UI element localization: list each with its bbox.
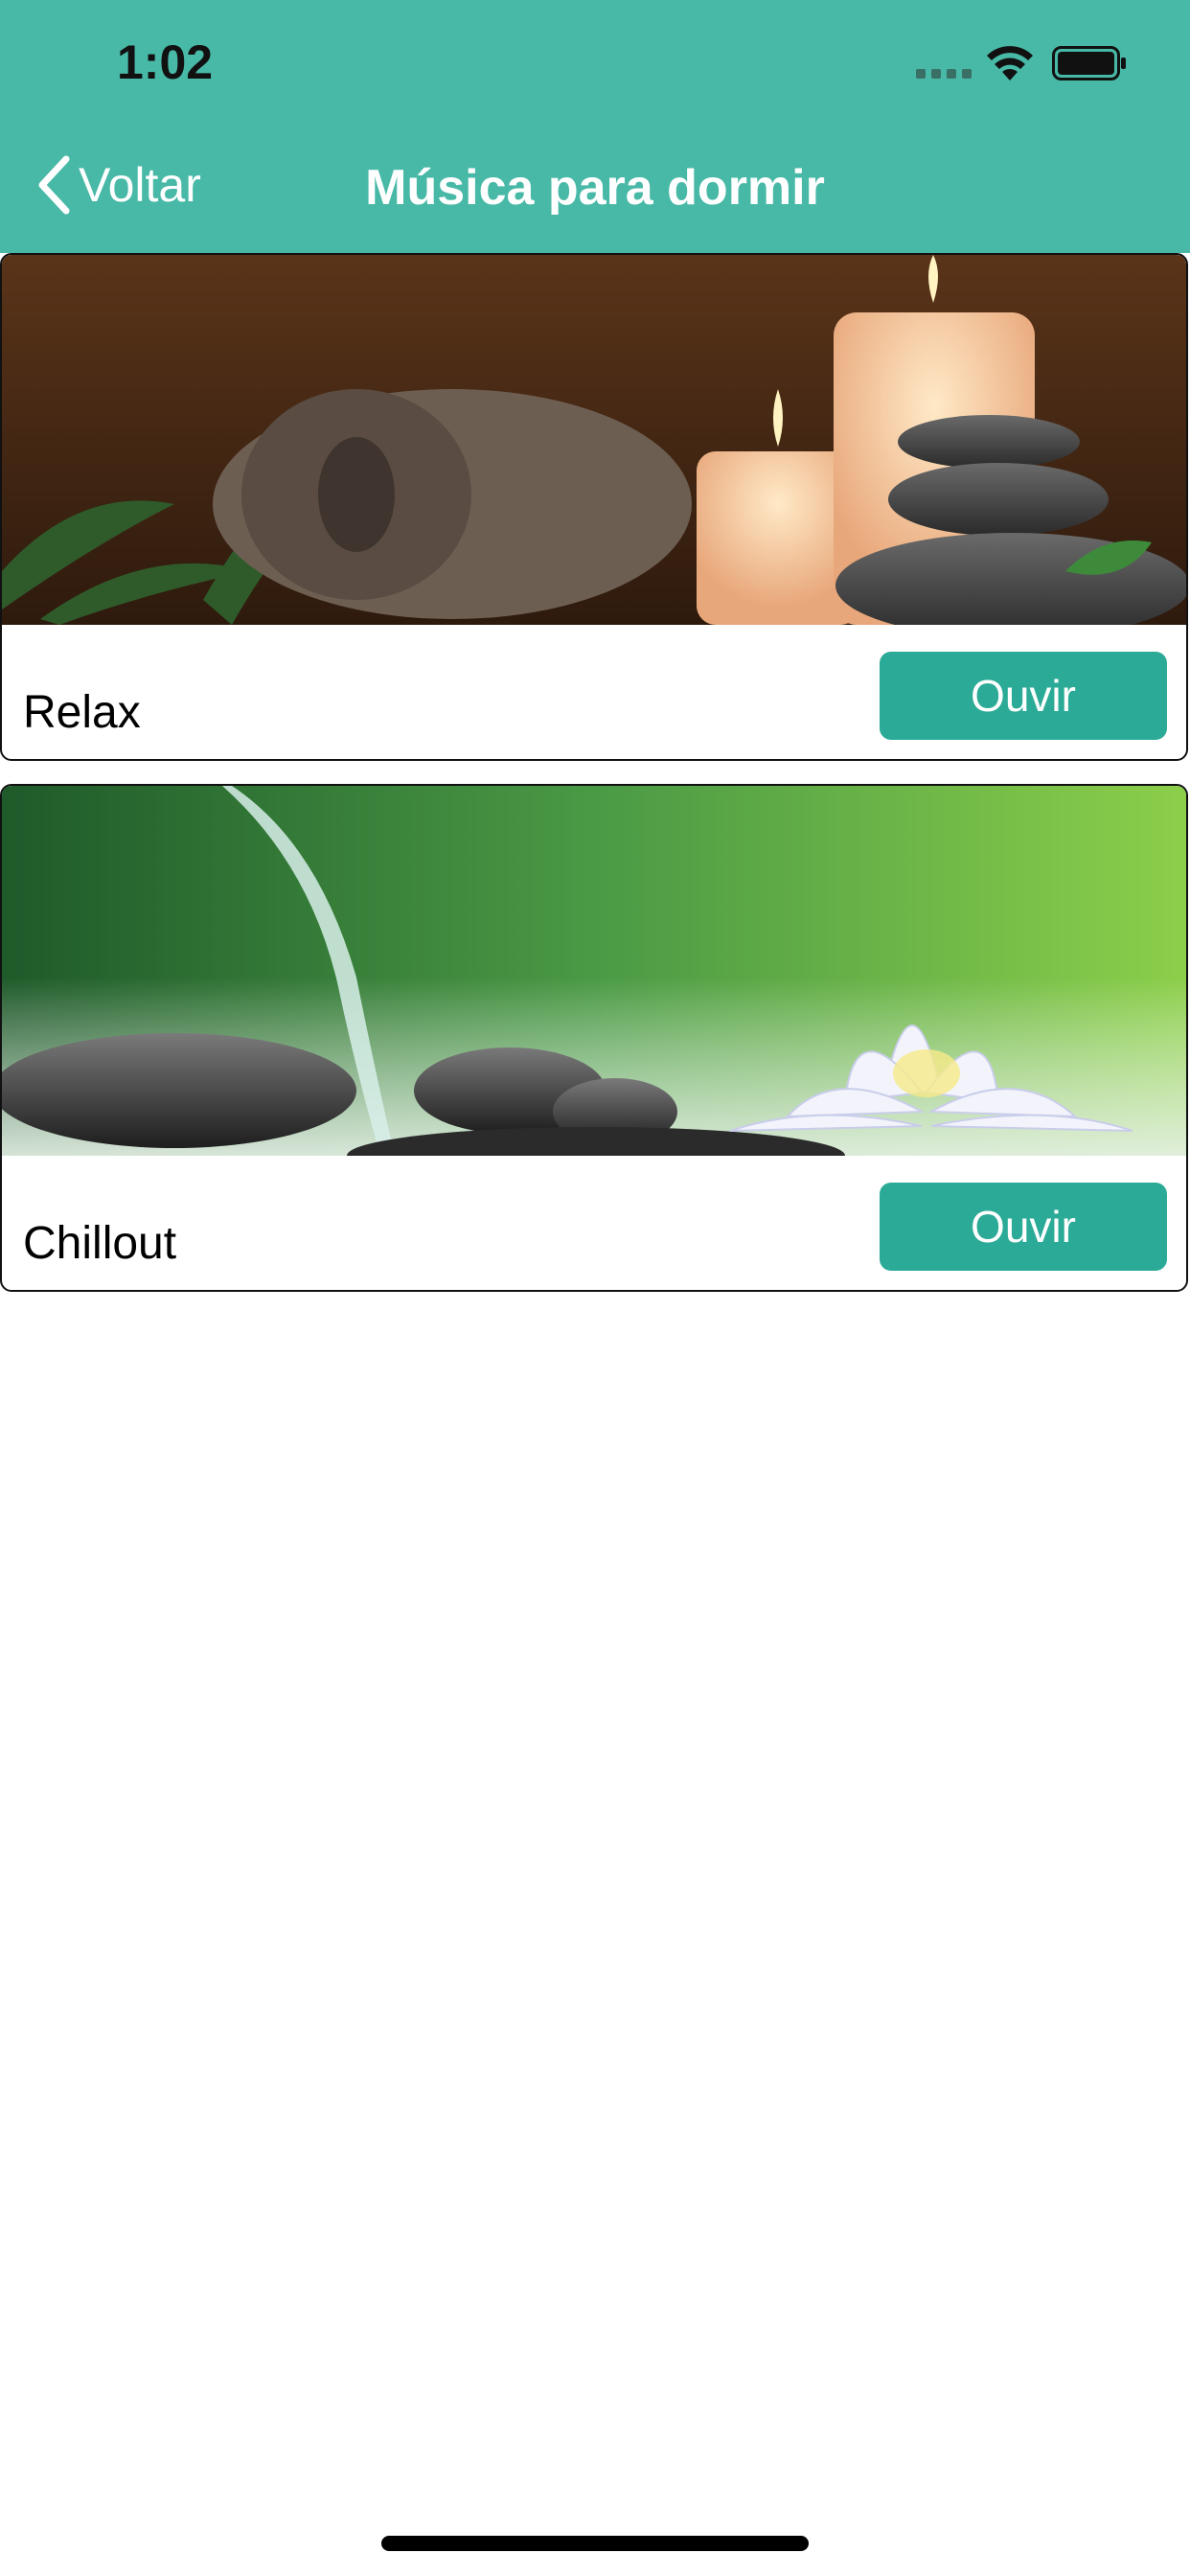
chillout-image bbox=[2, 786, 1186, 1156]
page-title: Música para dormir bbox=[365, 160, 825, 216]
music-card-relax: Relax Ouvir bbox=[0, 253, 1188, 761]
music-card-chillout: Chillout Ouvir bbox=[0, 784, 1188, 1292]
battery-icon bbox=[1052, 46, 1126, 80]
navigation-header: 1:02 Voltar Música para dormir bbox=[0, 0, 1190, 253]
wifi-icon bbox=[987, 46, 1033, 80]
relax-image bbox=[2, 255, 1186, 625]
listen-button[interactable]: Ouvir bbox=[880, 652, 1167, 740]
cellular-signal-icon bbox=[916, 65, 973, 79]
listen-button[interactable]: Ouvir bbox=[880, 1183, 1167, 1271]
home-indicator[interactable] bbox=[381, 2536, 809, 2551]
status-time: 1:02 bbox=[117, 35, 214, 89]
card-title: Chillout bbox=[23, 1218, 177, 1269]
card-title: Relax bbox=[23, 687, 141, 738]
